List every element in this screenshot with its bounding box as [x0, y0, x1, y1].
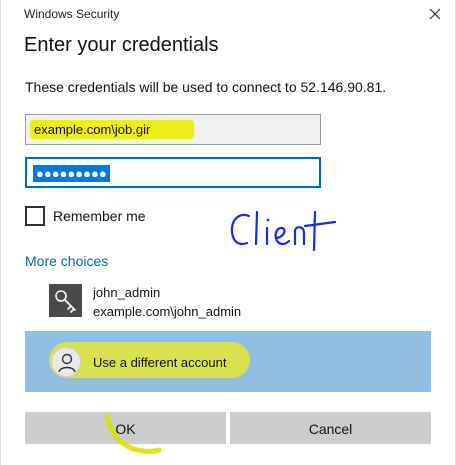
cancel-button[interactable]: Cancel: [230, 412, 431, 444]
password-field[interactable]: ●●●●●●●●●: [25, 157, 321, 188]
close-icon[interactable]: [427, 6, 443, 22]
dialog-heading: Enter your credentials: [24, 34, 219, 56]
use-different-account-label: Use a different account: [93, 355, 227, 370]
password-value: ●●●●●●●●●: [33, 165, 110, 182]
checkbox-box[interactable]: [25, 206, 45, 226]
account-domain: example.com\john_admin: [93, 304, 242, 319]
ok-button-label: OK: [115, 421, 136, 437]
account-name: john_admin: [93, 285, 161, 300]
highlighter-mark: [30, 120, 194, 139]
ok-button[interactable]: OK: [25, 412, 226, 444]
account-option-john-admin[interactable]: john_admin example.com\john_admin: [25, 278, 431, 326]
cancel-button-label: Cancel: [308, 421, 353, 437]
use-different-account-option[interactable]: Use a different account: [25, 331, 431, 392]
person-icon: [51, 347, 81, 377]
more-choices-link[interactable]: More choices: [25, 253, 108, 269]
title-bar: Windows Security: [1, 0, 456, 28]
dialog-subtitle: These credentials will be used to connec…: [25, 79, 387, 95]
handwritten-client-annotation: [230, 210, 337, 252]
window-title: Windows Security: [24, 7, 120, 21]
key-icon: [49, 284, 82, 317]
username-field[interactable]: example.com\job.gir: [25, 114, 321, 145]
credentials-dialog: Windows Security Enter your credentials …: [0, 0, 456, 465]
remember-me-label: Remember me: [53, 208, 146, 224]
